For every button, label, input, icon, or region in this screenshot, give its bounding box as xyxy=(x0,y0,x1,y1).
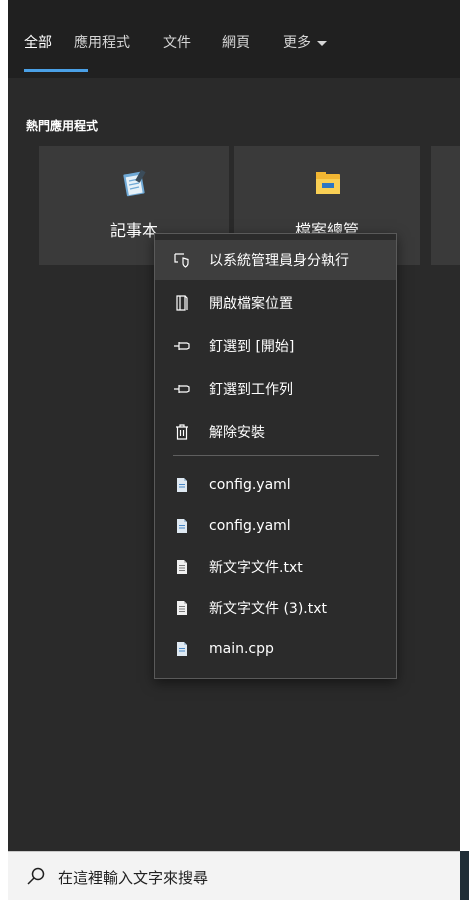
menu-item-label: 開啟檔案位置 xyxy=(209,296,293,312)
context-menu: 以系統管理員身分執行 開啟檔案位置 釘選到 [開始] 釘選到工作列 解除安裝 c… xyxy=(154,233,397,679)
menu-separator xyxy=(173,455,379,456)
menu-item-pin-to-taskbar[interactable]: 釘選到工作列 xyxy=(155,369,396,409)
notepad-icon xyxy=(119,168,149,202)
section-title-top-apps: 熱門應用程式 xyxy=(26,119,99,133)
recent-file-item[interactable]: config.yaml xyxy=(155,465,396,505)
app-tile-partial[interactable] xyxy=(431,146,460,265)
tab-more-label: 更多 xyxy=(283,35,311,51)
menu-item-label: 解除安裝 xyxy=(209,425,265,441)
background-strip xyxy=(460,0,469,851)
search-box[interactable]: 在這裡輸入文字來搜尋 xyxy=(8,851,460,900)
document-icon xyxy=(173,640,191,658)
taskbar-edge xyxy=(460,851,469,900)
active-tab-indicator xyxy=(24,69,88,72)
recent-file-label: main.cpp xyxy=(209,641,274,657)
recent-file-item[interactable]: 新文字文件 (3).txt xyxy=(155,588,396,628)
run-as-admin-icon xyxy=(173,251,191,269)
open-file-location-icon xyxy=(173,294,191,312)
tab-documents[interactable]: 文件 xyxy=(163,32,191,52)
folder-icon xyxy=(313,168,343,202)
menu-item-pin-to-start[interactable]: 釘選到 [開始] xyxy=(155,326,396,366)
menu-item-label: 釘選到 [開始] xyxy=(209,339,295,355)
recent-file-label: config.yaml xyxy=(209,477,291,493)
menu-item-label: 以系統管理員身分執行 xyxy=(209,253,349,269)
recent-file-item[interactable]: config.yaml xyxy=(155,506,396,546)
tab-more[interactable]: 更多 xyxy=(283,32,327,52)
pin-icon xyxy=(173,337,191,355)
search-icon xyxy=(26,866,46,890)
document-icon xyxy=(173,517,191,535)
menu-item-uninstall[interactable]: 解除安裝 xyxy=(155,412,396,452)
trash-icon xyxy=(173,423,191,441)
tab-bar: 全部 應用程式 文件 網頁 更多 xyxy=(8,0,460,78)
menu-item-run-as-admin[interactable]: 以系統管理員身分執行 xyxy=(155,240,396,280)
menu-item-open-file-location[interactable]: 開啟檔案位置 xyxy=(155,283,396,323)
tab-web[interactable]: 網頁 xyxy=(222,32,250,52)
recent-file-label: 新文字文件.txt xyxy=(209,560,303,576)
chevron-down-icon xyxy=(317,40,327,46)
tab-all[interactable]: 全部 xyxy=(24,32,52,52)
text-file-icon xyxy=(173,558,191,576)
recent-file-item[interactable]: main.cpp xyxy=(155,629,396,669)
menu-item-label: 釘選到工作列 xyxy=(209,382,293,398)
recent-file-label: 新文字文件 (3).txt xyxy=(209,601,327,617)
recent-file-item[interactable]: 新文字文件.txt xyxy=(155,547,396,587)
search-input[interactable]: 在這裡輸入文字來搜尋 xyxy=(58,867,208,888)
pin-icon xyxy=(173,380,191,398)
recent-file-label: config.yaml xyxy=(209,518,291,534)
text-file-icon xyxy=(173,599,191,617)
document-icon xyxy=(173,476,191,494)
tab-apps[interactable]: 應用程式 xyxy=(74,32,130,52)
